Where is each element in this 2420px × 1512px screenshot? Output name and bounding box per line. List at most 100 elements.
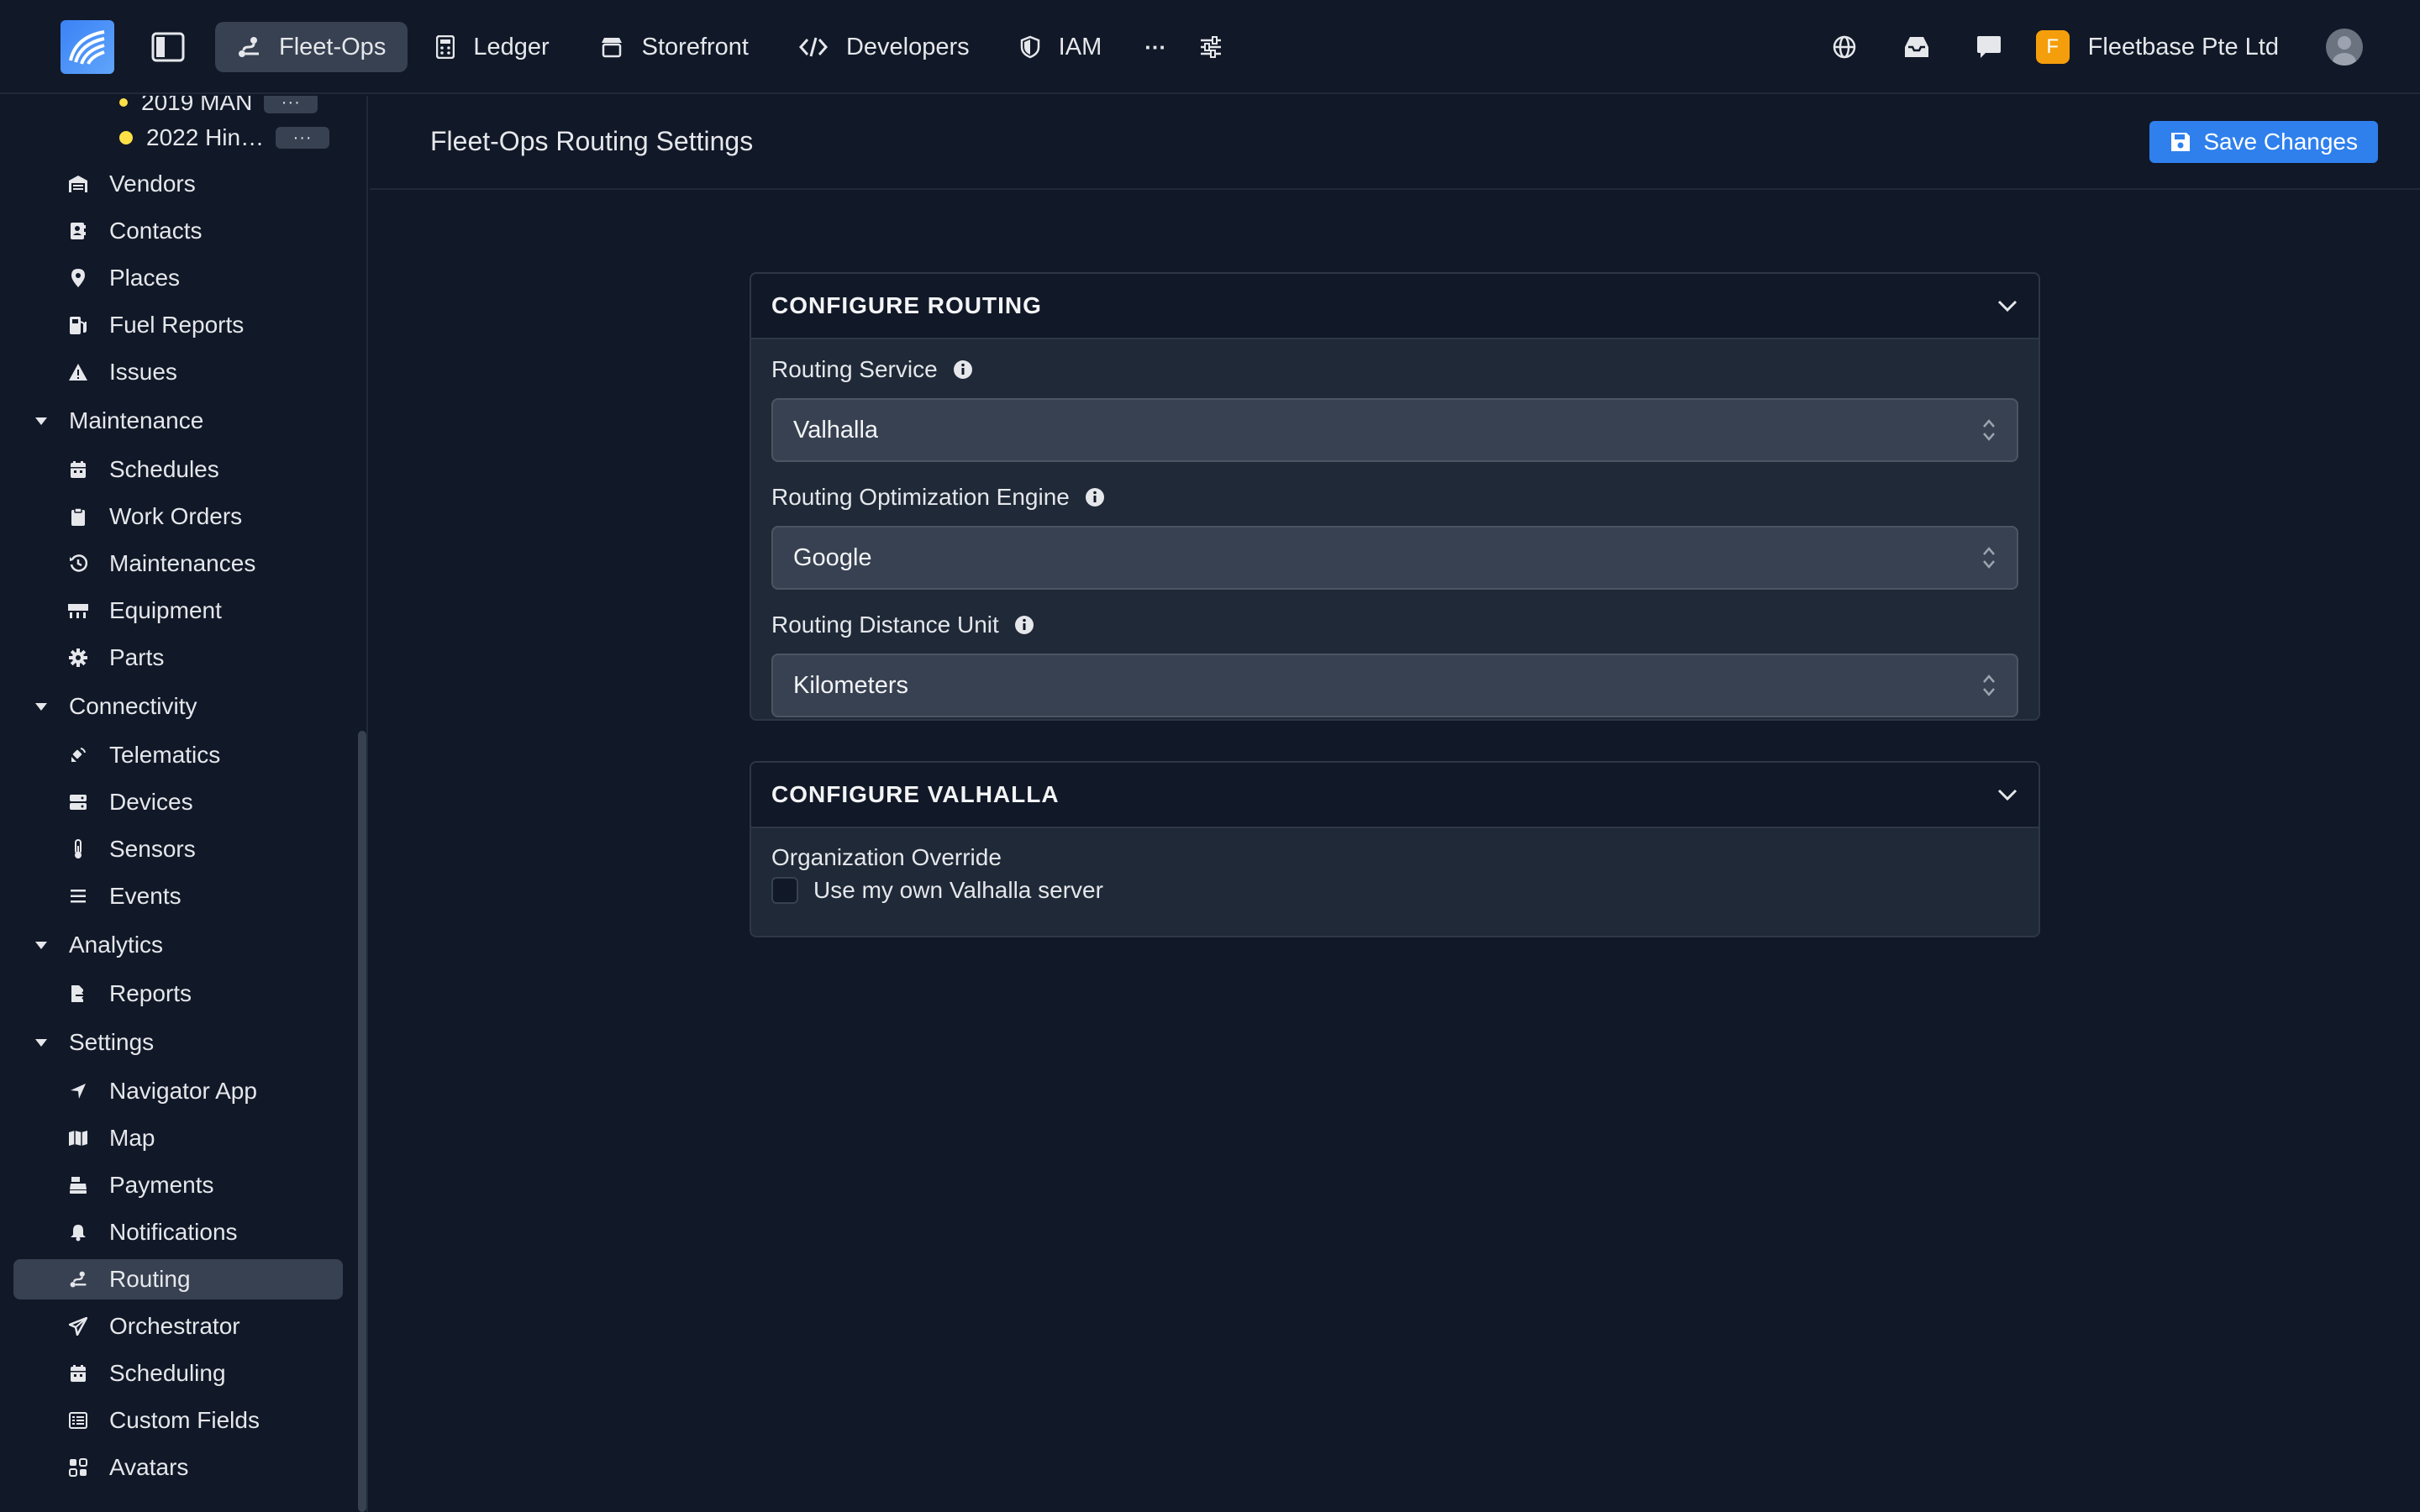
sidebar-item-equipment[interactable]: Equipment	[13, 591, 343, 631]
field-routing-distance-unit: Routing Distance Unit Kilometers	[771, 608, 2018, 717]
route-icon	[239, 37, 259, 57]
chevron-down-icon[interactable]	[1996, 299, 2018, 312]
inbox-button[interactable]	[1891, 22, 1942, 72]
sidebar-group-analytics[interactable]: Analytics	[34, 925, 163, 965]
warehouse-icon	[69, 176, 87, 192]
inbox-icon	[1904, 37, 1928, 57]
chat-icon	[1976, 36, 2001, 58]
sidebar-item-events[interactable]: Events	[13, 876, 343, 916]
shield-icon	[1020, 35, 1039, 59]
sidebar-item-notifications[interactable]: Notifications	[13, 1212, 343, 1252]
status-dot	[119, 131, 133, 144]
sidebar-item-issues[interactable]: Issues	[13, 352, 343, 392]
sidebar-item-places[interactable]: Places	[13, 258, 343, 298]
sidebar-group-label: Maintenance	[69, 407, 204, 433]
info-icon[interactable]	[953, 360, 973, 380]
sidebar-item-schedules[interactable]: Schedules	[13, 449, 343, 490]
sidebar-item-reports[interactable]: Reports	[13, 974, 343, 1014]
language-button[interactable]	[1819, 22, 1870, 72]
app-nav: Fleet-Ops Ledger Storefront Developers I…	[215, 22, 1241, 72]
sidebar-item-devices[interactable]: Devices	[13, 782, 343, 822]
nav-label: Fleet-Ops	[279, 33, 387, 60]
row-actions-button[interactable]: ···	[276, 127, 330, 149]
sidebar-subitem-label: 2022 Hin…	[146, 124, 265, 150]
sidebar-item-navigator-app[interactable]: Navigator App	[13, 1071, 343, 1111]
avatars-icon	[69, 1458, 87, 1477]
sidebar-item-parts[interactable]: Parts	[13, 638, 343, 678]
user-avatar[interactable]	[2326, 29, 2363, 66]
sidebar: 2019 MAN ··· 2022 Hin… ··· Vendors Conta…	[0, 96, 368, 1512]
chat-button[interactable]	[1964, 22, 2014, 72]
routing-optimization-engine-select[interactable]: Google	[771, 526, 2018, 590]
sidebar-item-label: Parts	[109, 644, 165, 670]
sidebar-subitem-vehicle[interactable]: 2022 Hin… ···	[119, 118, 330, 158]
calendar-icon	[71, 461, 86, 478]
fleetbase-logo[interactable]	[60, 20, 114, 74]
configure-valhalla-header[interactable]: CONFIGURE VALHALLA	[751, 763, 2039, 828]
sidebar-toggle-button[interactable]	[150, 29, 187, 66]
sidebar-item-vendors[interactable]: Vendors	[13, 164, 343, 204]
sidebar-group-connectivity[interactable]: Connectivity	[34, 686, 197, 727]
sidebar-subitem-label: 2019 MAN	[141, 96, 253, 115]
sidebar-item-work-orders[interactable]: Work Orders	[13, 496, 343, 537]
sidebar-item-label: Devices	[109, 789, 193, 815]
sidebar-item-routing[interactable]: Routing	[13, 1259, 343, 1299]
sidebar-item-sensors[interactable]: Sensors	[13, 829, 343, 869]
ellipsis-icon: ···	[1144, 34, 1167, 60]
sidebar-item-scheduling[interactable]: Scheduling	[13, 1353, 343, 1394]
nav-item-fleet-ops[interactable]: Fleet-Ops	[215, 22, 408, 72]
logo-mark-icon	[69, 30, 105, 65]
page-header: Fleet-Ops Routing Settings Save Changes	[370, 96, 2420, 190]
sidebar-group-maintenance[interactable]: Maintenance	[34, 401, 203, 441]
select-arrows-icon	[1983, 675, 1995, 696]
sidebar-item-contacts[interactable]: Contacts	[13, 211, 343, 251]
sidebar-item-payments[interactable]: Payments	[13, 1165, 343, 1205]
nav-item-iam[interactable]: IAM	[998, 22, 1124, 72]
sidebar-item-custom-fields[interactable]: Custom Fields	[13, 1400, 343, 1441]
sidebar-group-settings[interactable]: Settings	[34, 1022, 154, 1063]
nav-label: Storefront	[641, 33, 749, 60]
field-routing-service: Routing Service Valhalla	[771, 353, 2018, 462]
sidebar-item-label: Maintenances	[109, 550, 256, 576]
sidebar-item-label: Events	[109, 883, 182, 909]
sidebar-item-avatars[interactable]: Avatars	[13, 1447, 343, 1488]
configure-routing-header[interactable]: CONFIGURE ROUTING	[751, 274, 2039, 339]
customize-nav-button[interactable]	[1186, 22, 1236, 72]
sidebar-scrollbar[interactable]	[358, 731, 366, 1512]
select-arrows-icon	[1983, 419, 1995, 441]
more-apps-button[interactable]: ···	[1130, 22, 1181, 72]
info-icon[interactable]	[1014, 615, 1034, 635]
sidebar-item-telematics[interactable]: Telematics	[13, 735, 343, 775]
chevron-down-icon[interactable]	[1996, 788, 2018, 801]
row-actions-button[interactable]: ···	[264, 96, 318, 113]
sidebar-item-label: Avatars	[109, 1454, 189, 1480]
calculator-icon	[436, 35, 455, 59]
checkbox-label[interactable]: Use my own Valhalla server	[813, 877, 1103, 904]
routing-distance-unit-select[interactable]: Kilometers	[771, 654, 2018, 717]
field-label: Routing Distance Unit	[771, 612, 999, 638]
select-value: Kilometers	[793, 671, 908, 699]
sidebar-item-label: Reports	[109, 980, 192, 1006]
valhalla-server-override-row[interactable]: Use my own Valhalla server	[771, 877, 2018, 904]
sidebar-item-maintenances[interactable]: Maintenances	[13, 543, 343, 584]
satellite-icon	[71, 748, 86, 762]
sidebar-item-map[interactable]: Map	[13, 1118, 343, 1158]
store-icon	[601, 38, 622, 58]
sidebar-item-orchestrator[interactable]: Orchestrator	[13, 1306, 343, 1347]
use-own-valhalla-checkbox[interactable]	[771, 877, 798, 904]
pallet-icon	[68, 604, 88, 618]
save-changes-button[interactable]: Save Changes	[2149, 121, 2378, 163]
org-badge[interactable]: F	[2035, 30, 2070, 64]
sidebar-item-label: Work Orders	[109, 503, 243, 529]
info-icon[interactable]	[1085, 487, 1105, 507]
routing-service-select[interactable]: Valhalla	[771, 398, 2018, 462]
nav-item-ledger[interactable]: Ledger	[414, 22, 571, 72]
org-name[interactable]: Fleetbase Pte Ltd	[2088, 34, 2279, 61]
sidebar-item-fuel-reports[interactable]: Fuel Reports	[13, 305, 343, 345]
nav-item-developers[interactable]: Developers	[777, 22, 992, 72]
sidebar-item-label: Issues	[109, 359, 177, 385]
panel-title: CONFIGURE ROUTING	[771, 292, 1042, 318]
globe-icon	[1833, 35, 1855, 59]
nav-item-storefront[interactable]: Storefront	[578, 22, 771, 72]
sidebar-panel-icon	[151, 32, 185, 62]
